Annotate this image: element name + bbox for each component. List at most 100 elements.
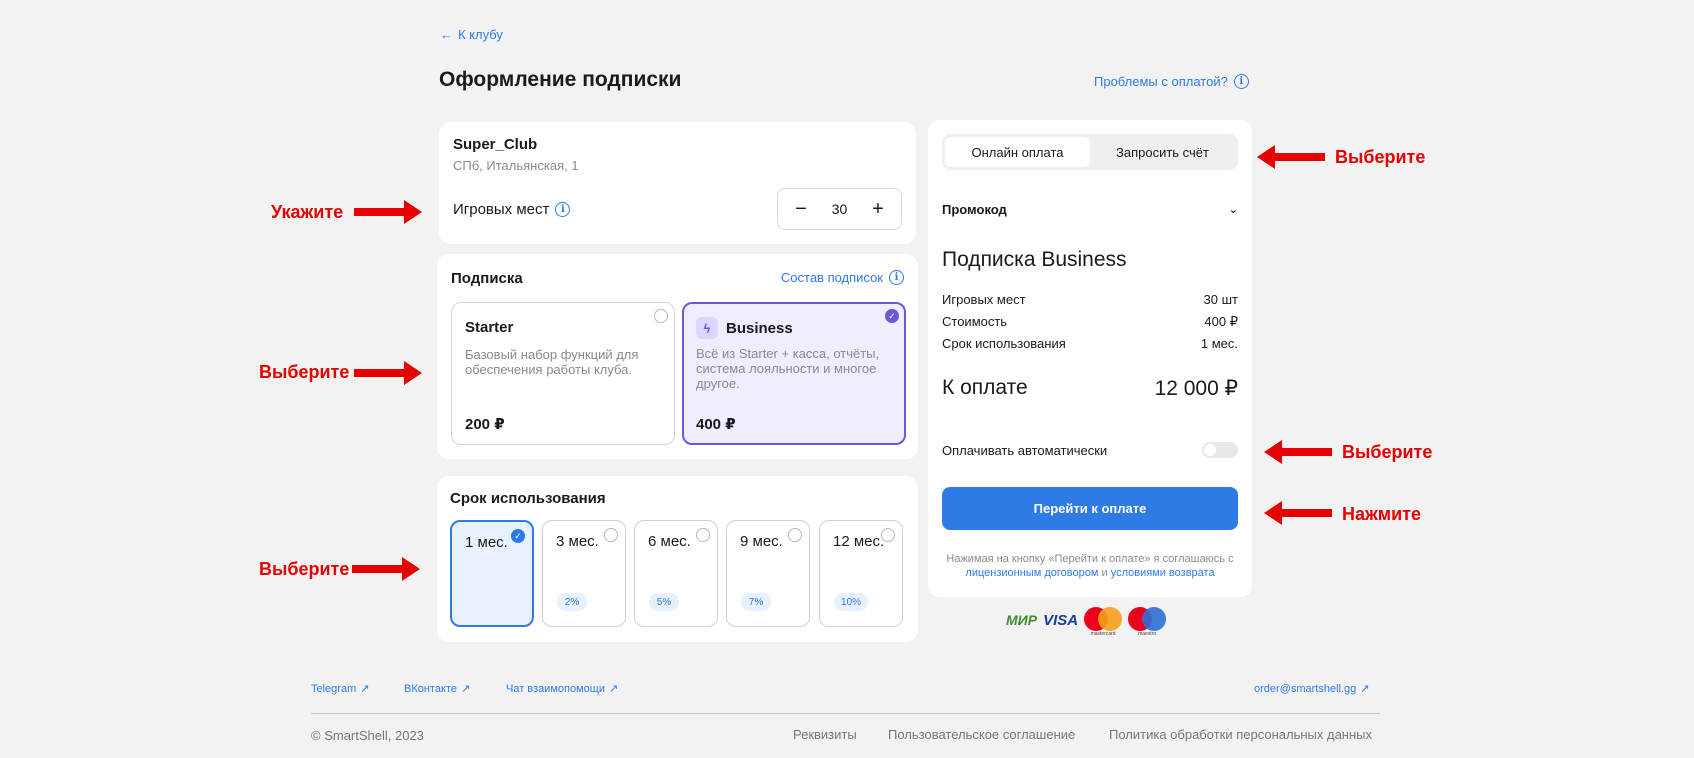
plan-starter-radio[interactable] <box>654 309 668 323</box>
discount-badge: 10% <box>834 593 868 611</box>
term-option-label: 6 мес. <box>648 533 691 550</box>
summary-row-value: 30 шт <box>1203 292 1238 307</box>
term-option-radio[interactable] <box>788 528 802 542</box>
plan-business-name: ϟ Business <box>696 317 793 339</box>
arrow-up-right-icon: ↗ <box>608 683 619 695</box>
term-option-1[interactable]: 1 мес. ✓ <box>450 520 534 627</box>
summary-row-label: Стоимость <box>942 314 1008 329</box>
term-option-label: 9 мес. <box>740 533 783 550</box>
arrow-right-icon <box>354 361 422 385</box>
total-label: К оплате <box>942 376 1028 399</box>
footer-link-vk[interactable]: ВКонтакте ↗ <box>404 682 471 696</box>
go-to-payment-button[interactable]: Перейти к оплате <box>942 487 1238 530</box>
plan-business-price: 400 ₽ <box>696 416 736 433</box>
seats-label-text: Игровых мест <box>453 201 550 218</box>
summary-row: Игровых мест 30 шт <box>942 292 1238 307</box>
seats-label: Игровых мест i <box>453 201 571 218</box>
discount-badge: 2% <box>557 593 587 611</box>
footer-link-requisites[interactable]: Реквизиты <box>793 727 857 742</box>
bolt-icon: ϟ <box>696 317 718 339</box>
footer-link-help-chat[interactable]: Чат взаимопомощи ↗ <box>506 682 619 696</box>
subscription-compose-label: Состав подписок <box>780 270 883 285</box>
term-title: Срок использования <box>450 490 606 507</box>
plan-starter-description: Базовый набор функций для обеспечения ра… <box>465 347 639 377</box>
info-icon: i <box>889 270 904 285</box>
auto-pay-label: Оплачивать автоматически <box>942 442 1108 458</box>
summary-row: Срок использования 1 мес. <box>942 336 1238 351</box>
mir-logo: МИР <box>1006 612 1038 628</box>
footer-link-user-agreement[interactable]: Пользовательское соглашение <box>888 727 1075 742</box>
term-option-label: 12 мес. <box>833 533 885 550</box>
term-option-6[interactable]: 6 мес. 5% <box>634 520 718 627</box>
summary-row-label: Игровых мест <box>942 292 1026 307</box>
term-option-label: 3 мес. <box>556 533 599 550</box>
plan-starter[interactable]: Starter Базовый набор функций для обеспе… <box>451 302 675 445</box>
seats-decrement-button[interactable]: − <box>792 199 810 219</box>
seats-stepper: − 30 + <box>777 188 902 230</box>
info-icon[interactable]: i <box>555 202 571 217</box>
maestro-logo: maestro <box>1128 607 1167 637</box>
summary-row: Стоимость 400 ₽ <box>942 314 1238 330</box>
annotation-specify: Укажите <box>271 202 344 222</box>
license-agreement-link[interactable]: лицензионным договором <box>965 567 1098 579</box>
term-card: Срок использования 1 мес. ✓ 3 мес. 2% 6 … <box>437 476 918 642</box>
auto-pay-toggle[interactable] <box>1202 442 1238 458</box>
payment-help-link[interactable]: Проблемы с оплатой? i <box>1094 74 1249 89</box>
footer-email-link[interactable]: order@smartshell.gg ↗ <box>1254 682 1370 696</box>
arrow-right-icon <box>352 557 420 581</box>
promo-toggle[interactable]: Промокод ⌄ <box>942 202 1238 217</box>
tab-request-invoice[interactable]: Запросить счёт <box>1090 137 1235 167</box>
arrow-up-right-icon: ↗ <box>360 683 370 695</box>
term-option-label: 1 мес. <box>465 534 508 551</box>
arrow-left-icon <box>1257 145 1325 169</box>
summary-row-value: 1 мес. <box>1200 336 1238 351</box>
term-option-3[interactable]: 3 мес. 2% <box>542 520 626 627</box>
back-link[interactable]: ← К клубу <box>440 27 503 42</box>
annotation-press: Нажмите <box>1342 504 1421 524</box>
seats-increment-button[interactable]: + <box>869 199 887 219</box>
legal-and: и <box>1101 567 1108 579</box>
check-icon: ✓ <box>511 529 525 543</box>
footer-link-telegram[interactable]: Telegram ↗ <box>311 682 370 696</box>
refund-terms-link[interactable]: условиями возврата <box>1111 567 1215 579</box>
seats-value[interactable]: 30 <box>832 201 848 217</box>
annotation-choose-method: Выберите <box>1335 147 1426 167</box>
plan-business-description: Всё из Starter + касса, отчёты, система … <box>696 346 880 391</box>
arrow-left-icon <box>1264 440 1332 464</box>
mastercard-caption: mastercard <box>1090 631 1116 637</box>
arrow-up-right-icon: ↗ <box>1360 683 1370 695</box>
legal-text: Нажимая на кнопку «Перейти к оплате» я с… <box>942 552 1238 580</box>
total-value: 12 000 ₽ <box>1154 377 1238 400</box>
plan-business-name-text: Business <box>726 319 793 337</box>
back-link-label: К клубу <box>458 27 503 42</box>
footer-email-label: order@smartshell.gg <box>1254 682 1357 695</box>
arrow-left-icon <box>1264 501 1332 525</box>
summary-row-value: 400 ₽ <box>1204 314 1238 329</box>
payment-icons: МИР VISA mastercard maestro <box>1006 607 1167 637</box>
summary-plan-title: Подписка Business <box>942 248 1127 271</box>
visa-logo: VISA <box>1043 611 1079 629</box>
tab-online-payment[interactable]: Онлайн оплата <box>945 137 1090 167</box>
subscription-compose-link[interactable]: Состав подписок i <box>781 270 904 285</box>
auto-pay-row: Оплачивать автоматически <box>942 442 1238 458</box>
payment-help-label: Проблемы с оплатой? <box>1094 74 1228 89</box>
subscription-card: Подписка Состав подписок i Starter Базов… <box>437 254 918 459</box>
annotation-choose-term: Выберите <box>259 559 350 579</box>
mastercard-logo: mastercard <box>1084 607 1123 637</box>
discount-badge: 5% <box>649 593 679 611</box>
arrow-up-right-icon: ↗ <box>460 683 471 695</box>
term-option-radio[interactable] <box>604 528 618 542</box>
footer-divider <box>311 713 1380 714</box>
footer-link-privacy-policy[interactable]: Политика обработки персональных данных <box>1109 727 1372 742</box>
club-address: СПб, Итальянская, 1 <box>453 158 579 173</box>
term-option-9[interactable]: 9 мес. 7% <box>726 520 810 627</box>
plan-business[interactable]: ✓ ϟ Business Всё из Starter + касса, отч… <box>682 302 906 445</box>
check-icon[interactable]: ✓ <box>885 309 899 323</box>
footer-link-label: Telegram <box>311 682 357 695</box>
legal-prefix: Нажимая на кнопку «Перейти к оплате» я с… <box>946 553 1234 565</box>
summary-card: Онлайн оплата Запросить счёт Промокод ⌄ … <box>928 120 1252 597</box>
term-option-radio[interactable] <box>881 528 895 542</box>
term-option-12[interactable]: 12 мес. 10% <box>819 520 903 627</box>
plan-starter-price: 200 ₽ <box>465 416 505 433</box>
term-option-radio[interactable] <box>696 528 710 542</box>
